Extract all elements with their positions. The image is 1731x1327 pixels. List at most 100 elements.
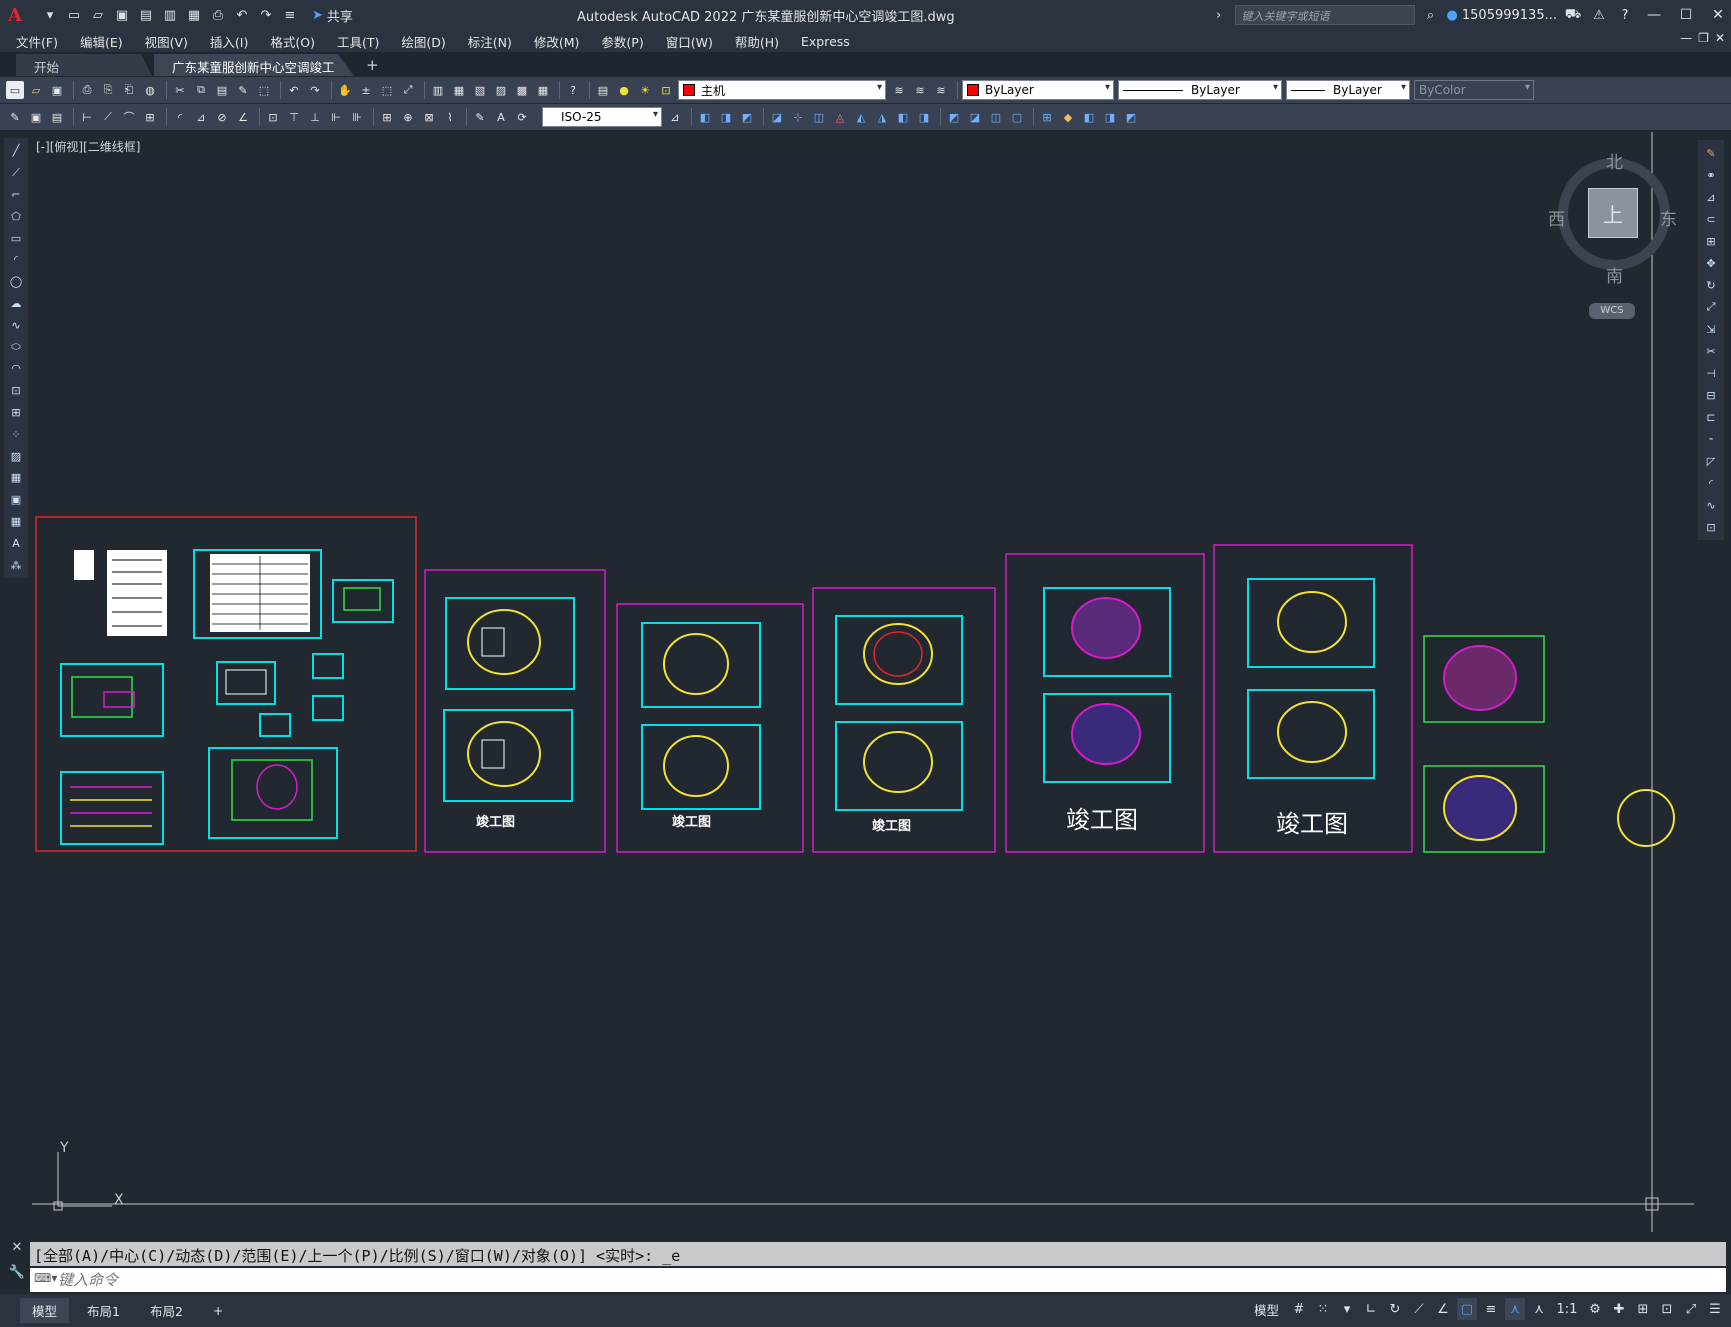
properties-icon[interactable]: ▥ [429,81,447,99]
publish-icon[interactable]: ⎗ [120,81,138,99]
edit-icon[interactable]: ✎ [6,108,24,126]
block-editor-icon[interactable]: ⬚ [255,81,273,99]
new-file-icon[interactable]: ▭ [64,5,84,25]
plot-preview-icon[interactable]: ⎘ [99,81,117,99]
arc-icon[interactable]: ◜ [7,251,25,269]
spline-icon[interactable]: ∿ [7,316,25,334]
line-icon[interactable]: ╱ [7,142,25,160]
blend-curves-icon[interactable]: ∿ [1702,496,1720,514]
search-input[interactable]: 键入关键字或短语 [1234,5,1415,25]
polar-tracking-icon[interactable]: ↻ [1385,1298,1405,1320]
chevron-down-icon[interactable]: ▾ [1337,1298,1357,1320]
menu-modify[interactable]: 修改(M) [534,32,580,51]
copy-icon[interactable]: ⧉ [192,81,210,99]
arc-length-icon[interactable]: ⌒ [120,108,138,126]
extrude-faces-icon[interactable]: ◪ [768,108,786,126]
menu-dimension[interactable]: 标注(N) [468,32,512,51]
markup-icon[interactable]: ▩ [513,81,531,99]
dimension-text-edit-icon[interactable]: A [492,108,510,126]
doc-minimize-icon[interactable]: — [1680,31,1692,45]
clean-screen-icon[interactable]: ⤢ [1681,1298,1701,1320]
menu-view[interactable]: 视图(V) [145,32,188,51]
menu-express[interactable]: Express [801,34,850,49]
chevron-right-icon[interactable]: › [1209,5,1229,25]
share-button[interactable]: ➤ 共享 [312,6,353,25]
menu-parametric[interactable]: 参数(P) [601,32,643,51]
move-faces-icon[interactable]: ⊹ [789,108,807,126]
user-account[interactable]: ● 1505999135... [1447,8,1557,23]
quick-dimension-icon[interactable]: ⊡ [264,108,282,126]
color-faces-icon[interactable]: ◨ [915,108,933,126]
command-input[interactable] [58,1271,1726,1289]
interference-icon[interactable]: ◩ [1122,108,1140,126]
minimize-icon[interactable]: — [1641,2,1667,28]
move-icon[interactable]: ✥ [1702,254,1720,272]
make-current-layer-icon[interactable]: ≋ [890,81,908,99]
compass-west[interactable]: 西 [1548,205,1565,230]
subtract-icon[interactable]: ◨ [717,108,735,126]
layer-thaw-icon[interactable]: ☀ [636,81,654,99]
jogged-dimension-icon[interactable]: ⊿ [192,108,210,126]
redo-icon[interactable]: ↷ [256,5,276,25]
dimension-space-icon[interactable]: ⊩ [327,108,345,126]
multiline-text-icon[interactable]: A [7,534,25,552]
annotation-visibility-icon[interactable]: ⋏ [1505,1298,1525,1320]
autodesk-app-icon[interactable]: ⚠ [1589,5,1609,25]
ordinate-dimension-icon[interactable]: ⊞ [141,108,159,126]
drawing-canvas[interactable]: 竣工图 竣工图 竣工图 竣工图 竣工图 Y X [32,132,1694,1232]
ortho-icon[interactable]: ∟ [1361,1298,1381,1320]
cart-icon[interactable]: ⛟ [1563,5,1583,25]
construction-line-icon[interactable]: ⟋ [7,164,25,182]
check-icon[interactable]: ⊞ [1038,108,1056,126]
wcs-menu-button[interactable]: WCS [1589,303,1635,319]
snap-icon[interactable]: ⁙ [1313,1298,1333,1320]
layer-previous-icon[interactable]: ≋ [911,81,929,99]
zoom-previous-icon[interactable]: ⤢ [399,81,417,99]
isodraft-icon[interactable]: ⟋ [1409,1298,1429,1320]
compass-south[interactable]: 南 [1606,262,1623,287]
doc-close-icon[interactable]: ✕ [1715,31,1725,45]
zoom-window-icon[interactable]: ⬚ [378,81,396,99]
compass-north[interactable]: 北 [1606,148,1623,173]
chamfer-icon[interactable]: ◸ [1702,452,1720,470]
mirror-icon[interactable]: ⊿ [1702,188,1720,206]
ellipse-icon[interactable]: ⬭ [7,338,25,356]
save-web-icon[interactable]: ▦ [184,5,204,25]
gear-icon[interactable]: ⚙ [1585,1298,1605,1320]
taper-faces-icon[interactable]: ◮ [873,108,891,126]
region-icon[interactable]: ▣ [7,491,25,509]
solid-edit-icon[interactable]: ◆ [1059,108,1077,126]
object-snap-tracking-icon[interactable]: ∠ [1433,1298,1453,1320]
circle-icon[interactable]: ◯ [7,273,25,291]
tool-palettes-icon[interactable]: ▧ [471,81,489,99]
dimension-update-icon[interactable]: ⟳ [513,108,531,126]
imprint-icon[interactable]: ◩ [945,108,963,126]
stretch-icon[interactable]: ⇲ [1702,320,1720,338]
cut-icon[interactable]: ✂ [171,81,189,99]
polyline-icon[interactable]: ⌐ [7,186,25,204]
make-block-icon[interactable]: ▤ [48,108,66,126]
plus-icon[interactable]: ✚ [1609,1298,1629,1320]
diameter-dimension-icon[interactable]: ⊘ [213,108,231,126]
shell-icon[interactable]: ▢ [1008,108,1026,126]
add-selected-icon[interactable]: ⁂ [7,556,25,574]
angular-dimension-icon[interactable]: ∠ [234,108,252,126]
erase-icon[interactable]: ✎ [1702,144,1720,162]
customize-qat-icon[interactable]: ≡ [280,5,300,25]
trim-icon[interactable]: ✂ [1702,342,1720,360]
auto-scale-icon[interactable]: ⋏ [1529,1298,1549,1320]
copy-faces-icon[interactable]: ◧ [894,108,912,126]
center-mark-icon[interactable]: ⊕ [399,108,417,126]
tab-layout1[interactable]: 布局1 [75,1298,132,1323]
layer-unlock-icon[interactable]: ⊡ [657,81,675,99]
layer-dropdown[interactable]: 主机 ▾ [678,80,886,100]
save-icon[interactable]: ▣ [48,81,66,99]
delete-faces-icon[interactable]: ◬ [831,108,849,126]
maximize-icon[interactable]: ☐ [1673,2,1699,28]
radius-dimension-icon[interactable]: ◜ [171,108,189,126]
autocad-logo-icon[interactable]: A [8,5,28,26]
units-icon[interactable]: ⊞ [1633,1298,1653,1320]
intersect-icon[interactable]: ◩ [738,108,756,126]
insert-block-icon[interactable]: ⊡ [7,382,25,400]
color-dropdown[interactable]: ByLayer ▾ [962,80,1114,100]
